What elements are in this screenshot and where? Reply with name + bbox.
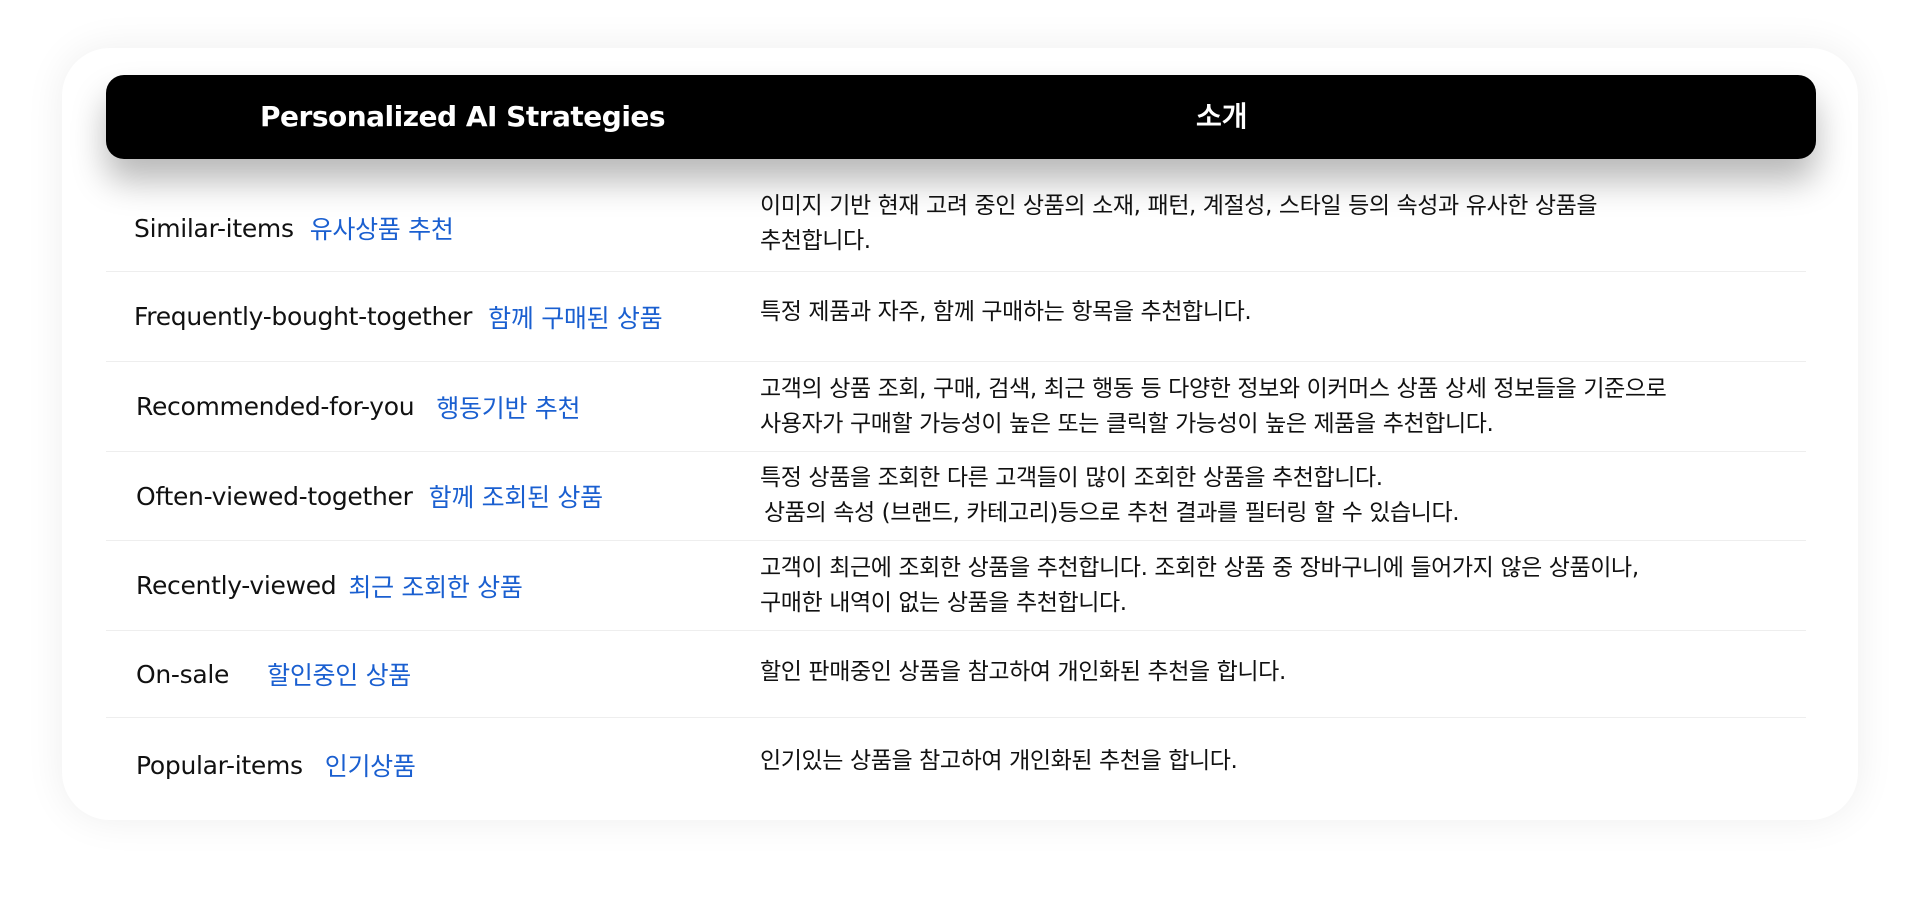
strategy-name: Frequently-bought-together 함께 구매된 상품 xyxy=(134,272,663,361)
desc-line: 특정 상품을 조회한 다른 고객들이 많이 조회한 상품을 추천합니다. xyxy=(760,465,1383,491)
strategy-name: Often-viewed-together 함께 조회된 상품 xyxy=(136,452,603,540)
strategy-desc: 고객이 최근에 조회한 상품을 추천합니다. 조회한 상품 중 장바구니에 들어… xyxy=(760,541,1639,630)
strategy-name: Recently-viewed 최근 조회한 상품 xyxy=(136,541,523,630)
strategy-name: Recommended-for-you 행동기반 추천 xyxy=(136,362,581,451)
desc-line: 구매한 내역이 없는 상품을 추천합니다. xyxy=(760,589,1127,616)
strategy-ko: 함께 조회된 상품 xyxy=(428,483,604,512)
strategy-desc: 할인 판매중인 상품을 참고하여 개인화된 추천을 합니다. xyxy=(760,631,1286,713)
strategy-en: Recently-viewed xyxy=(136,571,337,600)
strategy-en: Often-viewed-together xyxy=(136,481,413,511)
strategy-en: On-sale xyxy=(136,659,230,689)
table-header: Personalized AI Strategies 소개 xyxy=(106,75,1816,159)
header-strategies: Personalized AI Strategies xyxy=(260,100,666,133)
strategy-en: Similar-items xyxy=(134,213,294,243)
strategy-ko: 행동기반 추천 xyxy=(436,393,581,423)
strategy-ko: 인기상품 xyxy=(324,752,416,781)
desc-line: 고객의 상품 조회, 구매, 검색, 최근 행동 등 다양한 정보와 이커머스 … xyxy=(760,375,1667,402)
strategy-name: Similar-items 유사상품 추천 xyxy=(134,185,454,271)
desc-line: 사용자가 구매할 가능성이 높은 또는 클릭할 가능성이 높은 제품을 추천합니… xyxy=(760,410,1494,437)
strategy-name: Popular-items 인기상품 xyxy=(136,718,416,812)
desc-line: 할인 판매중인 상품을 참고하여 개인화된 추천을 합니다. xyxy=(760,658,1286,685)
desc-line: 인기있는 상품을 참고하여 개인화된 추천을 합니다. xyxy=(760,747,1238,774)
strategy-ko: 함께 구매된 상품 xyxy=(488,303,663,333)
desc-line: 이미지 기반 현재 고려 중인 상품의 소재, 패턴, 계절성, 스타일 등의 … xyxy=(760,193,1598,219)
desc-line: 추천합니다. xyxy=(760,228,871,254)
table-row: Recently-viewed 최근 조회한 상품 고객이 최근에 조회한 상품… xyxy=(106,541,1806,631)
strategy-ko: 할인중인 상품 xyxy=(267,661,411,690)
table-row: Often-viewed-together 함께 조회된 상품 특정 상품을 조… xyxy=(106,452,1806,541)
strategy-desc: 이미지 기반 현재 고려 중인 상품의 소재, 패턴, 계절성, 스타일 등의 … xyxy=(760,185,1598,263)
strategy-desc: 고객의 상품 조회, 구매, 검색, 최근 행동 등 다양한 정보와 이커머스 … xyxy=(760,362,1667,451)
table-row: Popular-items 인기상품 인기있는 상품을 참고하여 개인화된 추천… xyxy=(106,718,1806,812)
strategy-en: Frequently-bought-together xyxy=(134,302,473,331)
strategy-desc: 특정 제품과 자주, 함께 구매하는 항목을 추천합니다. xyxy=(760,272,1252,353)
strategy-desc: 특정 상품을 조회한 다른 고객들이 많이 조회한 상품을 추천합니다. 상품의… xyxy=(760,452,1460,540)
desc-line: 고객이 최근에 조회한 상품을 추천합니다. 조회한 상품 중 장바구니에 들어… xyxy=(760,554,1639,581)
strategy-name: On-sale 할인중인 상품 xyxy=(136,631,411,717)
table-row: Similar-items 유사상품 추천 이미지 기반 현재 고려 중인 상품… xyxy=(106,185,1806,272)
strategy-en: Popular-items xyxy=(136,750,303,780)
desc-line: 특정 제품과 자주, 함께 구매하는 항목을 추천합니다. xyxy=(760,299,1252,325)
strategy-desc: 인기있는 상품을 참고하여 개인화된 추천을 합니다. xyxy=(760,718,1238,804)
header-intro: 소개 xyxy=(1196,100,1248,133)
table-row: Recommended-for-you 행동기반 추천 고객의 상품 조회, 구… xyxy=(106,362,1806,452)
strategy-en: Recommended-for-you xyxy=(136,392,415,421)
strategy-ko: 유사상품 추천 xyxy=(309,215,454,244)
desc-line: 상품의 속성 (브랜드, 카테고리)등으로 추천 결과를 필터링 할 수 있습니… xyxy=(764,500,1460,526)
strategy-ko: 최근 조회한 상품 xyxy=(348,572,523,602)
table-row: Frequently-bought-together 함께 구매된 상품 특정 … xyxy=(106,272,1806,362)
table-row: On-sale 할인중인 상품 할인 판매중인 상품을 참고하여 개인화된 추천… xyxy=(106,631,1806,718)
